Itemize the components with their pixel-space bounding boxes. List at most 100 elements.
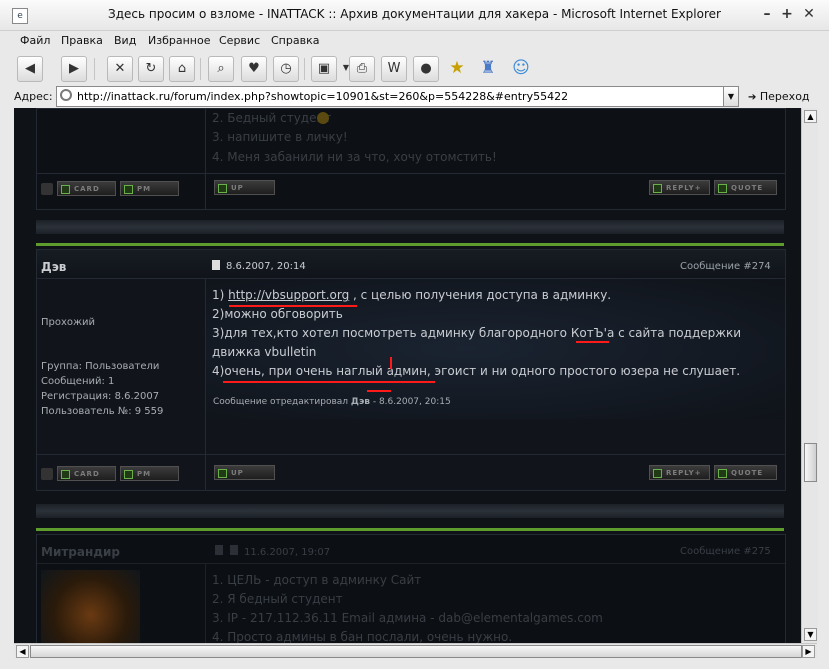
quote-label: QUOTE bbox=[731, 184, 764, 192]
up-button[interactable]: UP bbox=[214, 180, 275, 195]
forward-arrow-icon[interactable]: ▶ bbox=[61, 56, 87, 82]
edit-word-icon[interactable]: W bbox=[381, 56, 407, 82]
menu-favorites[interactable]: Избранное bbox=[148, 34, 210, 47]
status-icon bbox=[41, 468, 53, 480]
post-page-icon bbox=[230, 545, 238, 555]
post-date: 8.6.2007, 20:14 bbox=[226, 261, 306, 272]
post-author[interactable]: Дэв bbox=[41, 260, 66, 274]
next-post: Митрандир 11.6.2007, 19:07 Сообщение #27… bbox=[36, 534, 786, 643]
quote-button[interactable]: QUOTE bbox=[714, 465, 777, 480]
title-bar: e Здесь просим о взломе - INATTACK :: Ар… bbox=[0, 0, 829, 31]
quote-icon bbox=[718, 469, 727, 478]
favorites-star-icon[interactable]: ★ bbox=[445, 56, 469, 80]
window-title: Здесь просим о взломе - INATTACK :: Архи… bbox=[108, 7, 721, 21]
history-icon[interactable]: ◷ bbox=[273, 56, 299, 82]
post-line-2: 2)можно обговорить bbox=[212, 307, 343, 321]
pm-icon bbox=[124, 470, 133, 479]
next-post-line: 2. Я бедный студент bbox=[212, 592, 343, 606]
red-underline bbox=[229, 305, 357, 307]
refresh-icon[interactable]: ↻ bbox=[138, 56, 164, 82]
horizontal-scroll-thumb[interactable] bbox=[30, 645, 802, 658]
horizontal-scrollbar[interactable]: ◀ ▶ bbox=[14, 643, 817, 658]
post-line-1-prefix: 1) bbox=[212, 288, 229, 302]
row-divider bbox=[37, 173, 785, 174]
previous-post: 2. Бедный студент 3. напишите в личку! 4… bbox=[36, 108, 786, 210]
card-button[interactable]: CARD bbox=[57, 181, 116, 196]
header-divider bbox=[37, 563, 785, 564]
status-icon bbox=[41, 183, 53, 195]
red-insert-mark bbox=[390, 357, 392, 369]
address-url[interactable]: http://inattack.ru/forum/index.php?showt… bbox=[77, 90, 568, 103]
home-icon[interactable]: ⌂ bbox=[169, 56, 195, 82]
close-button[interactable]: ✕ bbox=[801, 6, 817, 22]
search-icon[interactable]: ⌕ bbox=[208, 56, 234, 82]
reply-button[interactable]: REPLY+ bbox=[649, 180, 710, 195]
up-button[interactable]: UP bbox=[214, 465, 275, 480]
red-underline bbox=[223, 381, 435, 383]
card-icon bbox=[61, 470, 70, 479]
menu-help[interactable]: Справка bbox=[271, 34, 319, 47]
scroll-right-icon[interactable]: ▶ bbox=[802, 645, 815, 658]
menu-bar: Файл Правка Вид Избранное Сервис Справка bbox=[0, 31, 829, 51]
post-number[interactable]: Сообщение #274 bbox=[680, 261, 771, 272]
print-icon[interactable]: ⎙ bbox=[349, 56, 375, 82]
edit-note: Сообщение отредактировал Дэв - 8.6.2007,… bbox=[213, 397, 451, 407]
next-post-line: 3. IP - 217.112.36.11 Email админа - dab… bbox=[212, 611, 603, 625]
prev-post-line: 3. напишите в личку! bbox=[212, 130, 348, 144]
menu-edit[interactable]: Правка bbox=[61, 34, 103, 47]
post-separator bbox=[36, 504, 784, 518]
up-label: UP bbox=[231, 184, 244, 192]
card-icon bbox=[61, 185, 70, 194]
favorites-icon[interactable]: ♥ bbox=[241, 56, 267, 82]
maximize-button[interactable]: + bbox=[779, 6, 795, 22]
menu-tools[interactable]: Сервис bbox=[219, 34, 260, 47]
user-posts: Сообщений: 1 bbox=[41, 376, 115, 387]
scroll-up-icon[interactable]: ▲ bbox=[804, 110, 817, 123]
go-label: Переход bbox=[759, 90, 810, 103]
reply-button[interactable]: REPLY+ bbox=[649, 465, 710, 480]
address-label: Адрес: bbox=[14, 90, 53, 103]
next-post-author[interactable]: Митрандир bbox=[41, 545, 120, 559]
messenger-icon[interactable]: ☺ bbox=[509, 56, 533, 80]
minimize-button[interactable]: – bbox=[759, 6, 775, 22]
menu-view[interactable]: Вид bbox=[114, 34, 136, 47]
pm-label: PM bbox=[137, 470, 152, 478]
scroll-left-icon[interactable]: ◀ bbox=[16, 645, 29, 658]
column-divider bbox=[205, 563, 206, 643]
vertical-scroll-thumb[interactable] bbox=[804, 443, 817, 482]
pm-icon bbox=[124, 185, 133, 194]
prev-post-line: 4. Меня забанили ни за что, хочу отомсти… bbox=[212, 150, 497, 164]
reply-label: REPLY+ bbox=[666, 184, 702, 192]
back-arrow-icon[interactable]: ◀ bbox=[17, 56, 43, 82]
row-divider bbox=[37, 454, 785, 455]
post-line-1-suffix: , с целью получения доступа в админку. bbox=[349, 288, 612, 302]
address-input[interactable]: http://inattack.ru/forum/index.php?showt… bbox=[56, 86, 727, 107]
toolbar-separator bbox=[304, 58, 305, 80]
pm-button[interactable]: PM bbox=[120, 181, 179, 196]
card-label: CARD bbox=[74, 185, 100, 193]
vbsupport-link[interactable]: http://vbsupport.org bbox=[228, 288, 349, 302]
toolbar-separator bbox=[200, 58, 201, 80]
post-line-1: 1) http://vbsupport.org , с целью получе… bbox=[212, 288, 611, 302]
card-button[interactable]: CARD bbox=[57, 466, 116, 481]
discuss-icon[interactable]: ● bbox=[413, 56, 439, 82]
pm-button[interactable]: PM bbox=[120, 466, 179, 481]
next-post-number[interactable]: Сообщение #275 bbox=[680, 546, 771, 557]
go-button[interactable]: ➔ Переход bbox=[748, 90, 810, 103]
research-icon[interactable]: ♜ bbox=[476, 56, 500, 80]
scroll-down-icon[interactable]: ▼ bbox=[804, 628, 817, 641]
next-post-line: 1. ЦЕЛЬ - доступ в админку Сайт bbox=[212, 573, 422, 587]
prev-post-line: 2. Бедный студент bbox=[212, 111, 332, 125]
address-dropdown-icon[interactable]: ▼ bbox=[723, 86, 739, 107]
menu-file[interactable]: Файл bbox=[20, 34, 50, 47]
edit-note-date: - 8.6.2007, 20:15 bbox=[369, 397, 451, 407]
address-bar: Адрес: http://inattack.ru/forum/index.ph… bbox=[0, 86, 829, 108]
quote-label: QUOTE bbox=[731, 469, 764, 477]
reply-label: REPLY+ bbox=[666, 469, 702, 477]
vertical-scrollbar[interactable]: ▲ ▼ bbox=[801, 108, 818, 643]
stop-icon[interactable]: ✕ bbox=[107, 56, 133, 82]
post-page-icon bbox=[212, 260, 220, 270]
pin-icon bbox=[215, 545, 223, 555]
up-icon bbox=[218, 184, 227, 193]
quote-button[interactable]: QUOTE bbox=[714, 180, 777, 195]
